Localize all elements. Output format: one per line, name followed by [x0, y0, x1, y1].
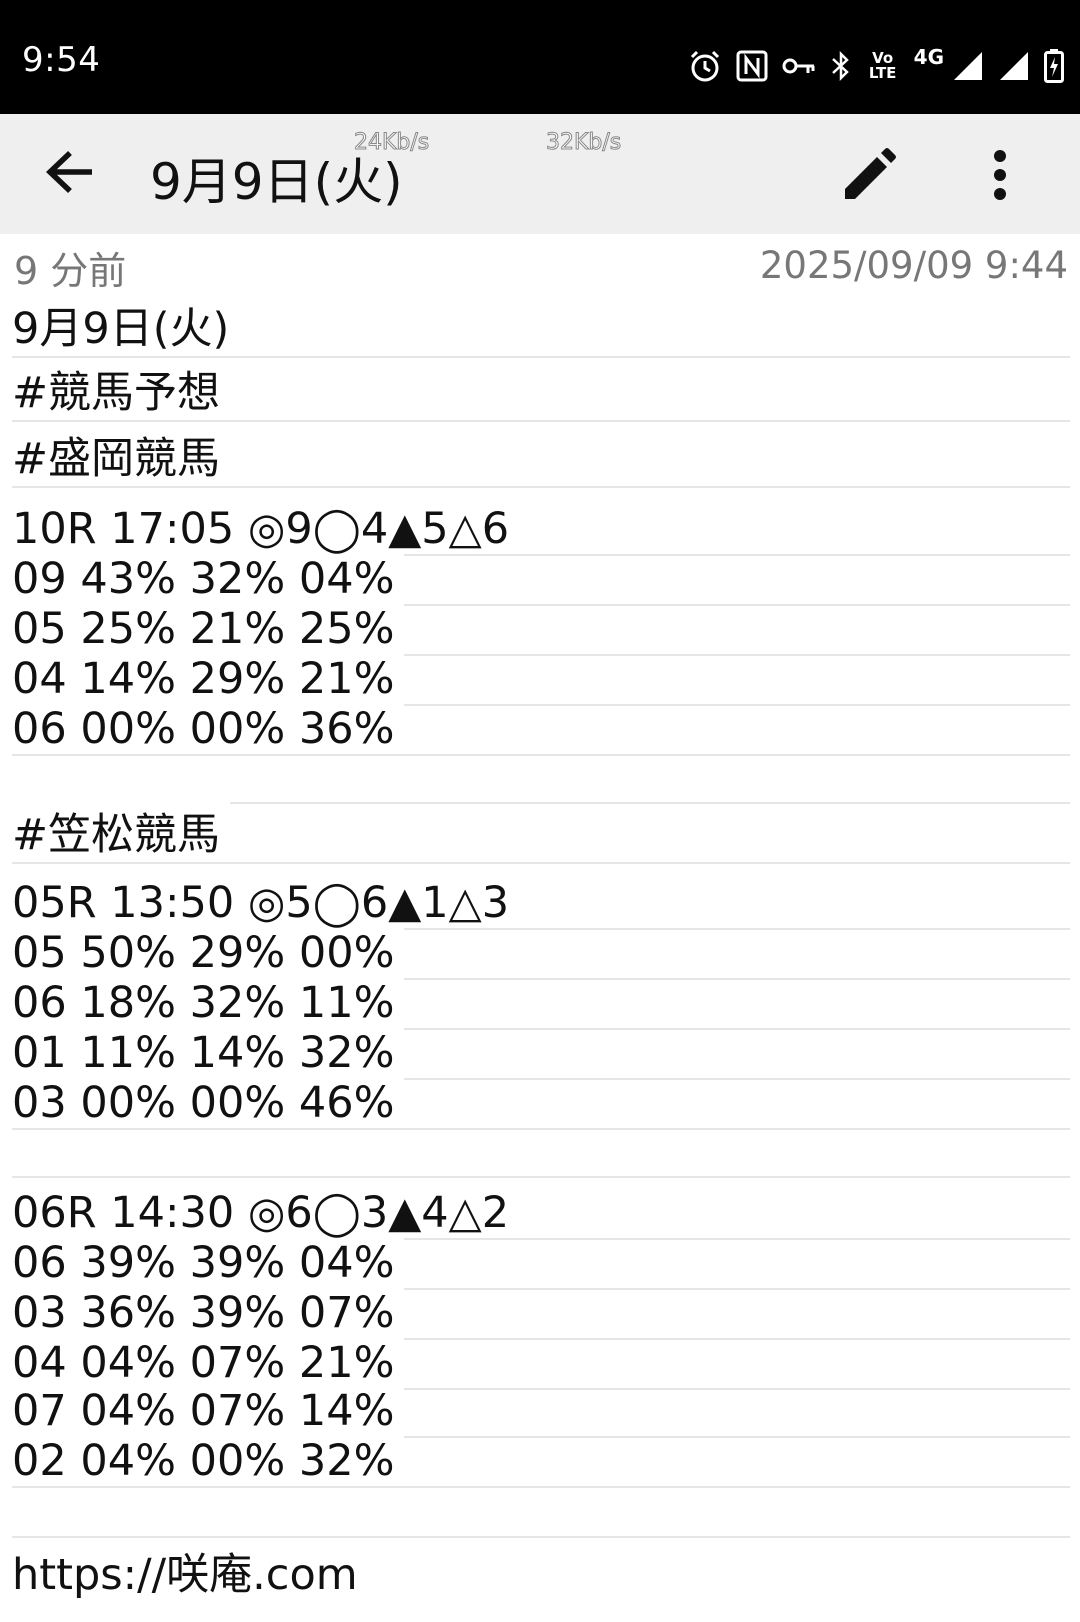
back-arrow-icon [44, 148, 96, 200]
edit-pencil-icon [841, 147, 897, 207]
note-line [12, 1130, 1070, 1178]
note-line: 10R 17:05 ◎9◯4▲5△6 [12, 502, 1070, 556]
edit-button[interactable] [836, 144, 902, 210]
more-vert-icon [992, 149, 1008, 205]
note-line: #盛岡競馬 [12, 424, 1070, 488]
network-type: 4G [913, 45, 944, 69]
note-line: #笠松競馬 [12, 800, 1070, 864]
note-line: 06 39% 39% 04% [12, 1238, 1070, 1290]
nfc-icon [736, 50, 768, 82]
note-line: 05 25% 21% 25% [12, 604, 1070, 656]
status-icons: Vo LTE 4G [688, 44, 1064, 88]
net-speed-upload: 24Kb/s [353, 130, 430, 156]
note-line: 05 50% 29% 00% [12, 928, 1070, 980]
note-line: 04 14% 29% 21% [12, 654, 1070, 706]
bluetooth-icon [830, 50, 852, 82]
note-line: #競馬予想 [12, 358, 1070, 422]
status-time: 9:54 [22, 40, 101, 80]
note-line: 09 43% 32% 04% [12, 554, 1070, 606]
note-line: 07 04% 07% 14% [12, 1386, 1070, 1438]
vpn-key-icon [782, 55, 816, 77]
note-line: 9月9日(火) [12, 294, 1070, 358]
note-link[interactable]: https://咲庵.com [12, 1540, 1070, 1604]
net-speed-download: 32Kb/s [545, 130, 622, 156]
note-line: 03 36% 39% 07% [12, 1288, 1070, 1340]
note-line: 03 00% 00% 46% [12, 1078, 1070, 1130]
note-line: 06 00% 00% 36% [12, 704, 1070, 756]
note-line: 02 04% 00% 32% [12, 1436, 1070, 1488]
note-line [12, 1488, 1070, 1538]
alarm-icon [688, 49, 722, 83]
app-toolbar: 9月9日(火) 24Kb/s 32Kb/s [0, 114, 1080, 234]
note-line [12, 756, 1070, 804]
back-button[interactable] [36, 144, 104, 204]
status-bar: 9:54 Vo LTE 4G [0, 0, 1080, 114]
signal-icon [998, 50, 1030, 82]
note-line: 06 18% 32% 11% [12, 978, 1070, 1030]
note-line: 06R 14:30 ◎6◯3▲4△2 [12, 1186, 1070, 1240]
volte-icon: Vo LTE [868, 49, 897, 82]
timestamp: 2025/09/09 9:44 [759, 244, 1068, 287]
signal-icon [952, 50, 984, 82]
note-line: 04 04% 07% 21% [12, 1338, 1070, 1390]
relative-time: 9 分前 [14, 249, 127, 293]
more-options-button[interactable] [980, 144, 1020, 210]
note-line: 05R 13:50 ◎5◯6▲1△3 [12, 876, 1070, 930]
note-line: 01 11% 14% 32% [12, 1028, 1070, 1080]
battery-charging-icon [1044, 49, 1064, 83]
